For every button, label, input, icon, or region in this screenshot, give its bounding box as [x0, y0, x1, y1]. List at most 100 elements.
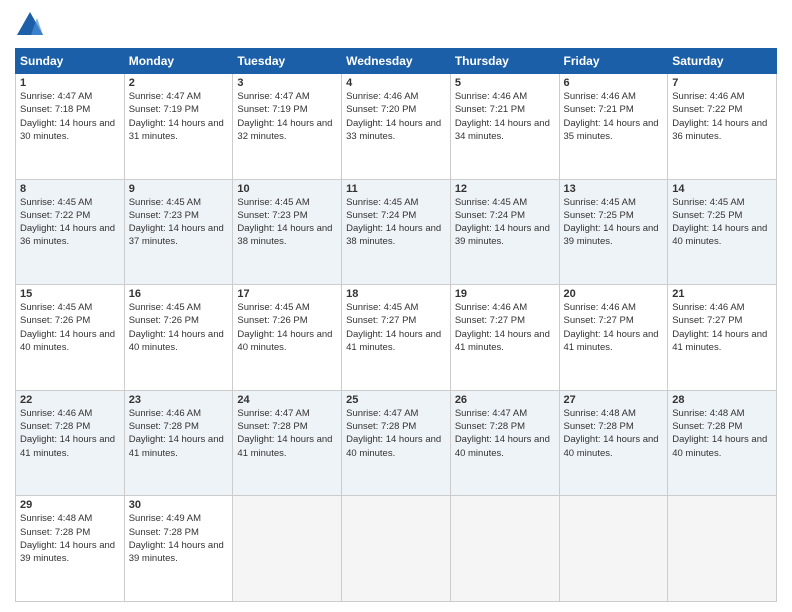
day-info: Sunrise: 4:45 AMSunset: 7:24 PMDaylight:… [346, 196, 446, 249]
calendar-table: SundayMondayTuesdayWednesdayThursdayFrid… [15, 48, 777, 602]
calendar-day-cell [668, 496, 777, 602]
day-info: Sunrise: 4:47 AMSunset: 7:19 PMDaylight:… [237, 90, 337, 143]
calendar-day-header: Friday [559, 49, 668, 74]
day-number: 30 [129, 499, 229, 511]
day-info: Sunrise: 4:47 AMSunset: 7:28 PMDaylight:… [346, 407, 446, 460]
day-number: 3 [237, 77, 337, 89]
calendar-day-cell: 14Sunrise: 4:45 AMSunset: 7:25 PMDayligh… [668, 179, 777, 285]
calendar-day-cell: 29Sunrise: 4:48 AMSunset: 7:28 PMDayligh… [16, 496, 125, 602]
day-info: Sunrise: 4:46 AMSunset: 7:22 PMDaylight:… [672, 90, 772, 143]
day-number: 15 [20, 288, 120, 300]
calendar-day-cell: 3Sunrise: 4:47 AMSunset: 7:19 PMDaylight… [233, 74, 342, 180]
day-info: Sunrise: 4:45 AMSunset: 7:25 PMDaylight:… [564, 196, 664, 249]
day-info: Sunrise: 4:46 AMSunset: 7:28 PMDaylight:… [129, 407, 229, 460]
calendar-day-header: Tuesday [233, 49, 342, 74]
day-info: Sunrise: 4:47 AMSunset: 7:28 PMDaylight:… [237, 407, 337, 460]
day-info: Sunrise: 4:47 AMSunset: 7:19 PMDaylight:… [129, 90, 229, 143]
day-number: 27 [564, 394, 664, 406]
calendar-day-cell: 22Sunrise: 4:46 AMSunset: 7:28 PMDayligh… [16, 390, 125, 496]
day-number: 19 [455, 288, 555, 300]
calendar-day-cell: 2Sunrise: 4:47 AMSunset: 7:19 PMDaylight… [124, 74, 233, 180]
calendar-week-row: 1Sunrise: 4:47 AMSunset: 7:18 PMDaylight… [16, 74, 777, 180]
calendar-week-row: 8Sunrise: 4:45 AMSunset: 7:22 PMDaylight… [16, 179, 777, 285]
calendar-day-cell: 23Sunrise: 4:46 AMSunset: 7:28 PMDayligh… [124, 390, 233, 496]
day-info: Sunrise: 4:45 AMSunset: 7:23 PMDaylight:… [129, 196, 229, 249]
day-info: Sunrise: 4:45 AMSunset: 7:25 PMDaylight:… [672, 196, 772, 249]
calendar-day-cell [559, 496, 668, 602]
day-number: 13 [564, 183, 664, 195]
day-number: 9 [129, 183, 229, 195]
day-info: Sunrise: 4:46 AMSunset: 7:27 PMDaylight:… [455, 301, 555, 354]
logo-icon [15, 10, 45, 40]
calendar-week-row: 29Sunrise: 4:48 AMSunset: 7:28 PMDayligh… [16, 496, 777, 602]
calendar-day-cell: 27Sunrise: 4:48 AMSunset: 7:28 PMDayligh… [559, 390, 668, 496]
day-info: Sunrise: 4:49 AMSunset: 7:28 PMDaylight:… [129, 512, 229, 565]
day-info: Sunrise: 4:46 AMSunset: 7:20 PMDaylight:… [346, 90, 446, 143]
calendar-day-cell: 6Sunrise: 4:46 AMSunset: 7:21 PMDaylight… [559, 74, 668, 180]
header [15, 10, 777, 40]
day-info: Sunrise: 4:48 AMSunset: 7:28 PMDaylight:… [672, 407, 772, 460]
day-number: 5 [455, 77, 555, 89]
day-info: Sunrise: 4:45 AMSunset: 7:22 PMDaylight:… [20, 196, 120, 249]
day-number: 25 [346, 394, 446, 406]
calendar-day-cell: 13Sunrise: 4:45 AMSunset: 7:25 PMDayligh… [559, 179, 668, 285]
calendar-day-header: Monday [124, 49, 233, 74]
calendar-day-cell: 25Sunrise: 4:47 AMSunset: 7:28 PMDayligh… [342, 390, 451, 496]
day-info: Sunrise: 4:45 AMSunset: 7:27 PMDaylight:… [346, 301, 446, 354]
day-number: 14 [672, 183, 772, 195]
day-number: 11 [346, 183, 446, 195]
calendar-day-cell: 16Sunrise: 4:45 AMSunset: 7:26 PMDayligh… [124, 285, 233, 391]
calendar-day-cell: 10Sunrise: 4:45 AMSunset: 7:23 PMDayligh… [233, 179, 342, 285]
day-number: 26 [455, 394, 555, 406]
day-number: 21 [672, 288, 772, 300]
day-number: 2 [129, 77, 229, 89]
day-number: 23 [129, 394, 229, 406]
day-number: 24 [237, 394, 337, 406]
calendar-header-row: SundayMondayTuesdayWednesdayThursdayFrid… [16, 49, 777, 74]
day-info: Sunrise: 4:45 AMSunset: 7:26 PMDaylight:… [237, 301, 337, 354]
day-number: 20 [564, 288, 664, 300]
day-number: 22 [20, 394, 120, 406]
day-info: Sunrise: 4:48 AMSunset: 7:28 PMDaylight:… [564, 407, 664, 460]
day-number: 18 [346, 288, 446, 300]
day-number: 16 [129, 288, 229, 300]
day-number: 12 [455, 183, 555, 195]
day-info: Sunrise: 4:45 AMSunset: 7:26 PMDaylight:… [20, 301, 120, 354]
calendar-day-cell: 11Sunrise: 4:45 AMSunset: 7:24 PMDayligh… [342, 179, 451, 285]
calendar-day-cell: 1Sunrise: 4:47 AMSunset: 7:18 PMDaylight… [16, 74, 125, 180]
calendar-week-row: 15Sunrise: 4:45 AMSunset: 7:26 PMDayligh… [16, 285, 777, 391]
day-number: 29 [20, 499, 120, 511]
day-info: Sunrise: 4:45 AMSunset: 7:24 PMDaylight:… [455, 196, 555, 249]
day-number: 1 [20, 77, 120, 89]
day-number: 6 [564, 77, 664, 89]
day-info: Sunrise: 4:47 AMSunset: 7:18 PMDaylight:… [20, 90, 120, 143]
day-info: Sunrise: 4:45 AMSunset: 7:26 PMDaylight:… [129, 301, 229, 354]
day-info: Sunrise: 4:46 AMSunset: 7:21 PMDaylight:… [564, 90, 664, 143]
day-number: 4 [346, 77, 446, 89]
day-info: Sunrise: 4:46 AMSunset: 7:21 PMDaylight:… [455, 90, 555, 143]
day-number: 10 [237, 183, 337, 195]
calendar-day-cell: 21Sunrise: 4:46 AMSunset: 7:27 PMDayligh… [668, 285, 777, 391]
calendar-day-cell: 5Sunrise: 4:46 AMSunset: 7:21 PMDaylight… [450, 74, 559, 180]
calendar-day-cell: 15Sunrise: 4:45 AMSunset: 7:26 PMDayligh… [16, 285, 125, 391]
calendar-day-cell: 4Sunrise: 4:46 AMSunset: 7:20 PMDaylight… [342, 74, 451, 180]
day-info: Sunrise: 4:46 AMSunset: 7:27 PMDaylight:… [672, 301, 772, 354]
calendar-day-cell [342, 496, 451, 602]
day-info: Sunrise: 4:47 AMSunset: 7:28 PMDaylight:… [455, 407, 555, 460]
day-info: Sunrise: 4:45 AMSunset: 7:23 PMDaylight:… [237, 196, 337, 249]
day-number: 8 [20, 183, 120, 195]
calendar-day-cell: 20Sunrise: 4:46 AMSunset: 7:27 PMDayligh… [559, 285, 668, 391]
calendar-day-header: Saturday [668, 49, 777, 74]
calendar-day-cell: 28Sunrise: 4:48 AMSunset: 7:28 PMDayligh… [668, 390, 777, 496]
calendar-day-cell: 24Sunrise: 4:47 AMSunset: 7:28 PMDayligh… [233, 390, 342, 496]
calendar-week-row: 22 Sunrise: 4:46 AMSunset: 7:28 PMDayligh… [16, 390, 777, 496]
calendar-day-cell: 9Sunrise: 4:45 AMSunset: 7:23 PMDaylight… [124, 179, 233, 285]
calendar-day-header: Sunday [16, 49, 125, 74]
day-info: Sunrise: 4:46 AMSunset: 7:27 PMDaylight:… [564, 301, 664, 354]
calendar-day-cell: 7Sunrise: 4:46 AMSunset: 7:22 PMDaylight… [668, 74, 777, 180]
calendar-day-cell [233, 496, 342, 602]
day-number: 7 [672, 77, 772, 89]
calendar-day-cell: 30Sunrise: 4:49 AMSunset: 7:28 PMDayligh… [124, 496, 233, 602]
calendar-day-cell: 26Sunrise: 4:47 AMSunset: 7:28 PMDayligh… [450, 390, 559, 496]
page: SundayMondayTuesdayWednesdayThursdayFrid… [0, 0, 792, 612]
